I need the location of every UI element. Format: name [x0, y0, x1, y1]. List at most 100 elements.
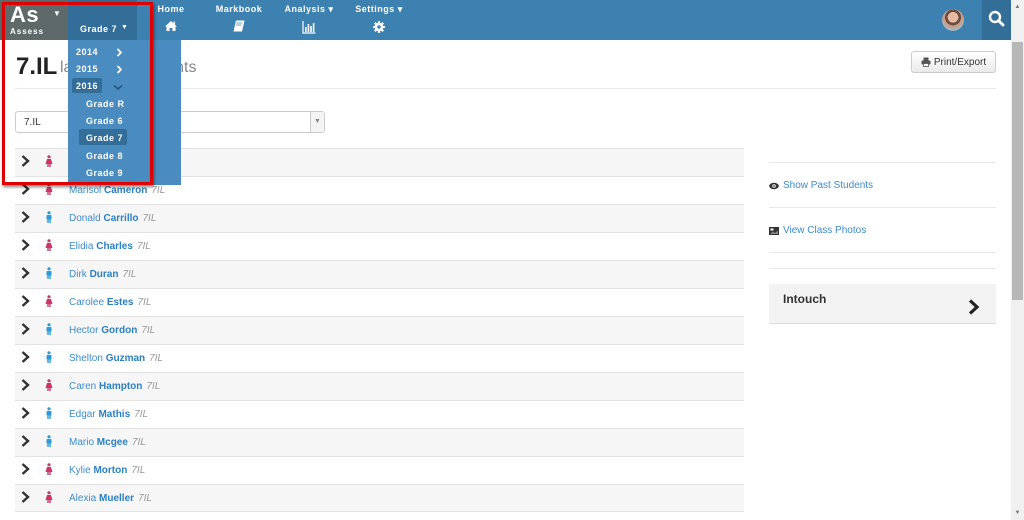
- intouch-panel[interactable]: Intouch: [769, 284, 996, 324]
- dropdown-grade-item-selected[interactable]: Grade 7: [79, 129, 127, 145]
- nav-settings[interactable]: Settings ▾: [352, 0, 406, 40]
- print-icon: [921, 57, 931, 67]
- dropdown-grade-item[interactable]: Grade 9: [79, 164, 127, 180]
- chevron-right-icon[interactable]: [21, 267, 31, 282]
- chevron-right-icon[interactable]: [21, 239, 31, 254]
- grade-dropdown-toggle[interactable]: Grade 7 ▼: [68, 0, 137, 40]
- student-row[interactable]: Kylie Morton 7IL: [15, 456, 744, 484]
- dropdown-year-2015[interactable]: 2015: [72, 61, 123, 76]
- student-name-link[interactable]: Elidia Charles: [69, 241, 133, 252]
- chevron-right-icon: [116, 48, 123, 57]
- grade-label: Grade 8: [86, 151, 124, 161]
- student-name-link[interactable]: Alexia Mueller: [69, 493, 134, 504]
- student-name-link[interactable]: Shelton Guzman: [69, 353, 145, 364]
- student-first-name: Hector: [69, 325, 99, 336]
- vertical-scrollbar[interactable]: ▲ ▼: [1011, 0, 1024, 520]
- chevron-right-icon[interactable]: [21, 407, 31, 422]
- scrollbar-thumb[interactable]: [1012, 42, 1023, 300]
- student-name-link[interactable]: Kylie Morton: [69, 465, 127, 476]
- brand-logo: As: [10, 2, 40, 27]
- user-avatar[interactable]: [942, 9, 964, 31]
- nav-analysis[interactable]: Analysis ▾: [282, 0, 336, 40]
- student-name-link[interactable]: Donald Carrillo: [69, 213, 139, 224]
- scroll-down-arrow-icon[interactable]: ▼: [1011, 508, 1024, 518]
- student-first-name: Caren: [69, 381, 97, 392]
- view-class-photos-link[interactable]: View Class Photos: [769, 225, 866, 236]
- show-past-students-label: Show Past Students: [783, 180, 874, 191]
- student-last-name: Hampton: [99, 381, 143, 392]
- student-row[interactable]: Alexia Mueller 7IL: [15, 484, 744, 512]
- student-class: 7IL: [149, 353, 164, 364]
- year-label: 2014: [76, 47, 99, 57]
- student-class: 7IL: [137, 297, 152, 308]
- student-row[interactable]: Hector Gordon 7IL: [15, 316, 744, 344]
- year-label: 2016: [76, 81, 99, 91]
- student-name-link[interactable]: Hector Gordon: [69, 325, 137, 336]
- home-icon: [165, 21, 177, 31]
- chevron-right-icon[interactable]: [21, 490, 31, 506]
- class-select-value: 7.IL: [24, 117, 41, 128]
- student-last-name: Carrillo: [103, 213, 139, 224]
- chevron-right-icon[interactable]: [21, 295, 31, 310]
- chevron-right-icon[interactable]: [21, 463, 31, 478]
- brand-menu[interactable]: As ▼ Assess: [0, 0, 68, 40]
- female-icon: [45, 295, 55, 310]
- student-row[interactable]: Mario Mcgee 7IL: [15, 428, 744, 456]
- student-name-link[interactable]: Marisol Cameron: [69, 185, 147, 196]
- nav-markbook[interactable]: Markbook: [212, 0, 266, 40]
- show-past-students-link[interactable]: Show Past Students: [769, 180, 873, 191]
- student-row[interactable]: Shelton Guzman 7IL: [15, 344, 744, 372]
- student-class: 7IL: [131, 437, 146, 448]
- chevron-right-icon[interactable]: [21, 435, 31, 450]
- chevron-right-icon[interactable]: [21, 379, 31, 394]
- student-name-link[interactable]: Edgar Mathis: [69, 409, 130, 420]
- nav-home[interactable]: Home: [155, 0, 187, 40]
- student-list: M Marisol Cameron7ILDonald Carrillo7ILEl…: [15, 148, 744, 512]
- picture-icon: [769, 226, 779, 235]
- brand-subtitle: Assess: [10, 27, 45, 36]
- male-icon: [45, 211, 55, 226]
- student-row[interactable]: Carolee Estes 7IL: [15, 288, 744, 316]
- student-name-link[interactable]: Carolee Estes: [69, 297, 134, 308]
- student-row[interactable]: Elidia Charles 7IL: [15, 232, 744, 260]
- student-last-name: Mcgee: [96, 437, 128, 448]
- chevron-right-icon[interactable]: [21, 211, 31, 226]
- chevron-right-icon[interactable]: [21, 183, 31, 198]
- print-export-label: Print/Export: [933, 56, 987, 68]
- student-name-link[interactable]: Dirk Duran: [69, 269, 118, 280]
- student-first-name: Carolee: [69, 297, 105, 308]
- search-icon: [988, 10, 1005, 27]
- student-name-link[interactable]: Caren Hampton: [69, 381, 142, 392]
- scroll-up-arrow-icon[interactable]: ▲: [1011, 2, 1024, 12]
- dropdown-grade-item[interactable]: Grade R: [79, 95, 127, 111]
- page-title: 7.IL: [16, 53, 58, 80]
- dropdown-year-2016[interactable]: 2016: [72, 78, 102, 93]
- student-first-name: Kylie: [69, 465, 91, 476]
- student-last-name: Charles: [96, 241, 133, 252]
- student-class: 7IL: [134, 409, 149, 420]
- male-icon: [45, 351, 55, 366]
- dropdown-grade-item[interactable]: Grade 6: [79, 112, 127, 128]
- student-first-name: Edgar: [69, 409, 96, 420]
- search-button[interactable]: [982, 0, 1011, 40]
- print-export-button[interactable]: Print/Export: [911, 51, 996, 73]
- chevron-right-icon[interactable]: [21, 155, 31, 170]
- student-row[interactable]: Donald Carrillo 7IL: [15, 204, 744, 232]
- student-row[interactable]: Caren Hampton 7IL: [15, 372, 744, 400]
- divider: [769, 252, 996, 253]
- dropdown-year-2014[interactable]: 2014: [72, 44, 123, 59]
- male-icon: [45, 323, 55, 338]
- student-class: 7IL: [138, 492, 152, 504]
- student-last-name: Estes: [106, 297, 134, 308]
- student-row[interactable]: Edgar Mathis 7IL: [15, 400, 744, 428]
- student-name-link[interactable]: Mario Mcgee: [69, 437, 128, 448]
- dropdown-grade-item[interactable]: Grade 8: [79, 147, 127, 163]
- female-icon: [45, 239, 55, 254]
- top-navbar: As ▼ Assess Grade 7 ▼ Home Markbook Anal…: [0, 0, 1011, 40]
- male-icon: [45, 435, 55, 450]
- female-icon: [45, 155, 55, 170]
- grade-label: Grade 6: [86, 116, 124, 126]
- chevron-right-icon[interactable]: [21, 323, 31, 338]
- chevron-right-icon[interactable]: [21, 351, 31, 366]
- student-row[interactable]: Dirk Duran 7IL: [15, 260, 744, 288]
